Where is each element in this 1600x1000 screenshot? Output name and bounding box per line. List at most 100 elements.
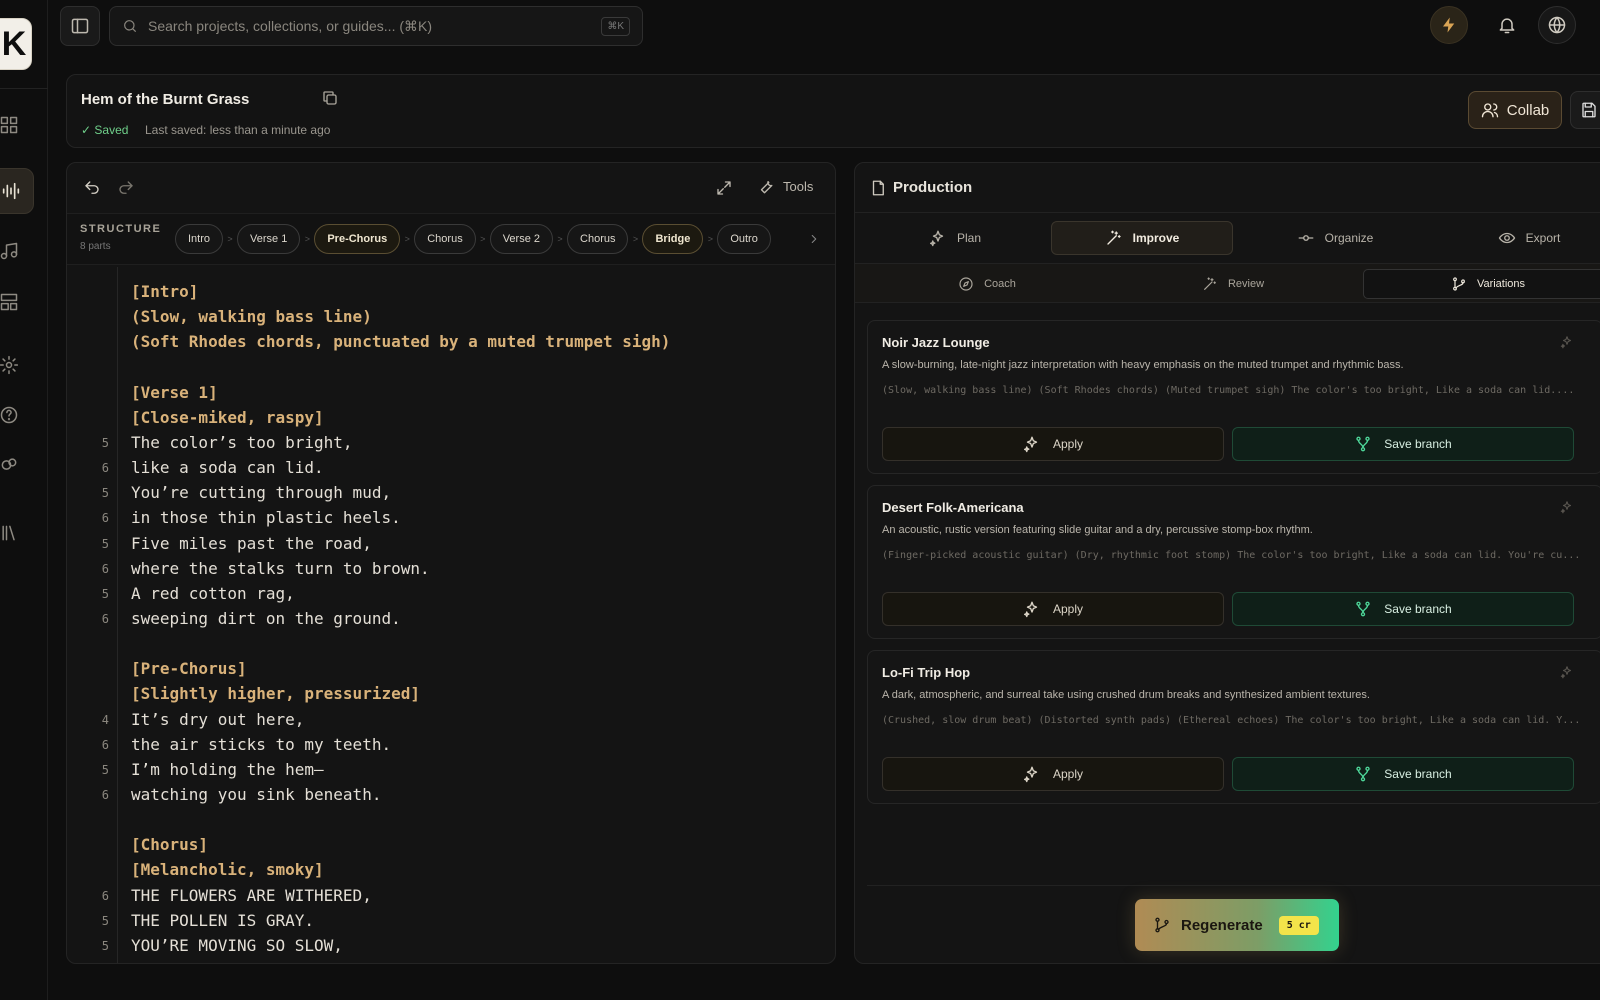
panel-toggle-icon <box>71 18 89 34</box>
lyric-text: It’s dry out here, <box>131 709 305 729</box>
variation-card: Noir Jazz Lounge A slow-burning, late-nig… <box>867 320 1600 474</box>
apply-button[interactable]: Apply <box>882 757 1224 791</box>
lyric-text: [Pre-Chorus] <box>131 659 247 679</box>
structure-chip[interactable]: Verse 2 <box>489 224 554 254</box>
saved-status: ✓ Saved <box>81 123 129 137</box>
structure-chip[interactable]: Chorus <box>567 224 629 254</box>
lyric-text: THE POLLEN IS GRAY. <box>131 910 315 930</box>
lyric-text: sweeping dirt on the ground. <box>131 608 401 628</box>
collab-label: Collab <box>1506 101 1550 119</box>
sidebar-item-music[interactable] <box>0 234 26 268</box>
apply-label: Apply <box>1052 437 1084 451</box>
app-logo[interactable]: K <box>0 18 32 70</box>
apply-button[interactable]: Apply <box>882 427 1224 461</box>
structure-chip[interactable]: Intro <box>175 224 224 254</box>
search-shortcut-badge: ⌘K <box>601 16 630 36</box>
library-icon <box>2 525 15 541</box>
sidebar-toggle-button[interactable] <box>60 6 100 46</box>
redo-button[interactable] <box>117 179 135 197</box>
subtab-review[interactable]: Review <box>1111 269 1355 299</box>
credit-cost-badge: 5 cr <box>1278 915 1319 935</box>
structure-chip[interactable]: Verse 1 <box>237 224 301 254</box>
lyric-text: [Slightly higher, pressurized] <box>131 684 420 704</box>
chip-separator: > <box>227 234 233 244</box>
syllable-count: 5 <box>101 486 109 501</box>
search-input[interactable]: Search projects, collections, or guides.… <box>109 6 643 46</box>
users-icon <box>1481 103 1498 118</box>
sidebar-item-layout[interactable] <box>0 285 26 319</box>
sidebar-item-audio[interactable] <box>0 168 34 214</box>
variation-description: A dark, atmospheric, and surreal take us… <box>882 689 1370 701</box>
sidebar-item-community[interactable] <box>0 448 26 482</box>
commit-icon <box>1298 235 1314 241</box>
save-branch-button[interactable]: Save branch <box>1232 757 1574 791</box>
link-icon <box>1 458 17 470</box>
regenerate-label: Regenerate <box>1181 916 1263 934</box>
wrench-icon <box>760 181 773 194</box>
tools-label: Tools <box>783 178 814 194</box>
subtab-coach-label: Coach <box>984 278 1016 290</box>
layout-icon <box>0 293 18 311</box>
lyric-text: (Slow, walking bass line) <box>131 307 372 327</box>
tab-organize[interactable]: Organize <box>1245 221 1425 255</box>
sidebar-divider <box>0 88 48 89</box>
boost-button[interactable] <box>1430 6 1468 44</box>
variation-description: A slow-burning, late-night jazz interpre… <box>882 359 1404 371</box>
sidebar-item-settings[interactable] <box>0 348 26 382</box>
lyric-text: [Melancholic, smoky] <box>131 860 324 880</box>
regenerate-button[interactable]: Regenerate 5 cr <box>1135 899 1339 951</box>
magic-wand-icon <box>1204 277 1216 290</box>
syllable-count: 6 <box>101 461 109 476</box>
document-title[interactable]: Hem of the Burnt Grass <box>81 91 249 108</box>
chip-separator: > <box>480 234 486 244</box>
structure-chip[interactable]: Bridge <box>642 224 704 254</box>
git-branch-icon <box>1356 601 1370 617</box>
collab-button[interactable]: Collab <box>1468 91 1562 129</box>
tab-plan[interactable]: Plan <box>865 221 1045 255</box>
lyric-text: [Close-miked, raspy] <box>131 407 324 427</box>
tab-export[interactable]: Export <box>1439 221 1600 255</box>
save-button[interactable] <box>1570 91 1600 129</box>
structure-chip[interactable]: Outro <box>717 224 771 254</box>
variation-sparkle <box>1560 665 1574 679</box>
tab-plan-label: Plan <box>956 231 982 245</box>
lightning-icon <box>1443 17 1455 33</box>
globe-icon <box>1548 16 1566 34</box>
subtab-coach[interactable]: Coach <box>865 269 1109 299</box>
notifications-button[interactable] <box>1488 6 1526 44</box>
variation-description: An acoustic, rustic version featuring sl… <box>882 524 1313 536</box>
variation-preview: (Finger-picked acoustic guitar) (Dry, rh… <box>882 550 1581 561</box>
sidebar: K <box>0 0 48 1000</box>
undo-button[interactable] <box>83 179 101 197</box>
tools-button[interactable]: Tools <box>757 177 813 195</box>
save-branch-button[interactable]: Save branch <box>1232 427 1574 461</box>
sparkle-icon <box>1560 666 1572 679</box>
lyrics-code-area[interactable]: [Intro] (Slow, walking bass line) (Soft Rh… <box>67 267 835 963</box>
language-button[interactable] <box>1538 6 1576 44</box>
sparkle-icon <box>1560 501 1572 514</box>
sidebar-item-dashboard[interactable] <box>0 108 26 142</box>
syllable-count: 6 <box>101 888 109 903</box>
chips-scroll-next-button[interactable] <box>807 232 821 246</box>
subtab-variations-label: Variations <box>1476 278 1526 290</box>
apply-button[interactable]: Apply <box>882 592 1224 626</box>
tab-organize-label: Organize <box>1324 231 1374 245</box>
structure-chip[interactable]: Chorus <box>414 224 476 254</box>
copy-title-button[interactable] <box>321 89 339 107</box>
subtab-variations[interactable]: Variations <box>1363 269 1600 299</box>
tab-improve[interactable]: Improve <box>1051 221 1233 255</box>
save-branch-button[interactable]: Save branch <box>1232 592 1574 626</box>
sidebar-item-help[interactable] <box>0 398 26 432</box>
bell-icon <box>1499 18 1515 34</box>
syllable-count: 5 <box>101 586 109 601</box>
syllable-count: 6 <box>101 511 109 526</box>
document-header: Hem of the Burnt Grass ✓ Saved Last save… <box>66 74 1600 148</box>
syllable-count: 5 <box>101 762 109 777</box>
structure-chip[interactable]: Pre-Chorus <box>314 224 401 254</box>
sidebar-item-library[interactable] <box>0 516 26 550</box>
lyric-text: where the stalks turn to brown. <box>131 558 430 578</box>
syllable-count: 4 <box>101 712 109 727</box>
lyric-text: [Chorus] <box>131 835 209 855</box>
expand-button[interactable] <box>715 179 733 197</box>
redo-icon <box>119 181 133 194</box>
